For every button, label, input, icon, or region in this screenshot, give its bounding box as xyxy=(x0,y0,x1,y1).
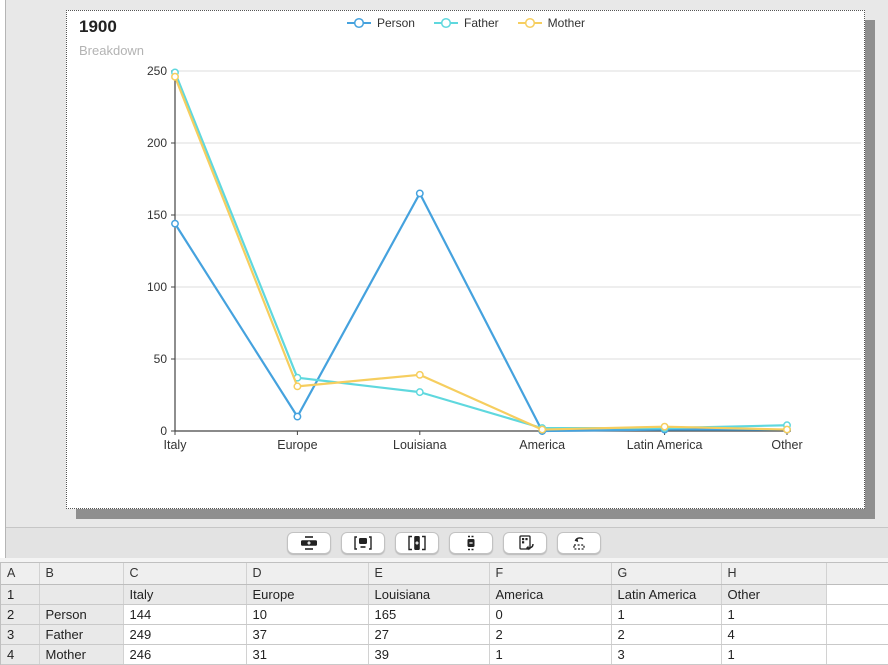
import-data-button[interactable] xyxy=(503,532,547,554)
column-header-E[interactable]: E xyxy=(368,563,489,584)
insert-column-button[interactable] xyxy=(395,532,439,554)
chart-canvas: 1900 Breakdown Person Father Mother 0501… xyxy=(0,0,888,527)
cell-F4[interactable]: 1 xyxy=(489,644,611,664)
x-tick-label: Other xyxy=(771,438,802,452)
cell-D1[interactable]: Europe xyxy=(246,584,368,604)
column-header-A[interactable]: A xyxy=(1,563,39,584)
cell-B2[interactable]: Person xyxy=(39,604,123,624)
cell-H2[interactable]: 1 xyxy=(721,604,826,624)
panel-left-edge xyxy=(0,0,6,558)
undo-button[interactable] xyxy=(557,532,601,554)
x-tick-label: America xyxy=(519,438,565,452)
cell-D2[interactable]: 10 xyxy=(246,604,368,624)
data-point-mother xyxy=(294,383,300,389)
table-row: 2Person14410165011 xyxy=(1,604,888,624)
remove-column-icon xyxy=(461,535,481,551)
cell-A3[interactable]: 3 xyxy=(1,624,39,644)
column-header-B[interactable]: B xyxy=(39,563,123,584)
remove-row-button[interactable] xyxy=(341,532,385,554)
y-tick-label: 100 xyxy=(147,280,167,294)
data-point-person xyxy=(294,413,300,419)
cell-E4[interactable]: 39 xyxy=(368,644,489,664)
cell-B1[interactable] xyxy=(39,584,123,604)
x-tick-label: Europe xyxy=(277,438,317,452)
cell-D4[interactable]: 31 xyxy=(246,644,368,664)
table-toolbar xyxy=(0,527,888,558)
y-tick-label: 250 xyxy=(147,64,167,78)
data-point-mother xyxy=(661,423,667,429)
insert-column-icon xyxy=(407,535,427,551)
cell-x1[interactable] xyxy=(826,584,888,604)
y-tick-label: 200 xyxy=(147,136,167,150)
cell-H3[interactable]: 4 xyxy=(721,624,826,644)
cell-E2[interactable]: 165 xyxy=(368,604,489,624)
cell-A1[interactable]: 1 xyxy=(1,584,39,604)
y-tick-label: 150 xyxy=(147,208,167,222)
cell-H4[interactable]: 1 xyxy=(721,644,826,664)
column-header-F[interactable]: F xyxy=(489,563,611,584)
y-tick-label: 0 xyxy=(160,424,167,438)
chart-box[interactable]: 1900 Breakdown Person Father Mother 0501… xyxy=(66,10,865,509)
data-point-mother xyxy=(417,372,423,378)
cell-x4[interactable] xyxy=(826,644,888,664)
insert-row-button[interactable] xyxy=(287,532,331,554)
table-row: 1 ItalyEuropeLouisianaAmericaLatin Americ… xyxy=(1,584,888,604)
cell-E3[interactable]: 27 xyxy=(368,624,489,644)
column-header-C[interactable]: C xyxy=(123,563,246,584)
cell-C4[interactable]: 246 xyxy=(123,644,246,664)
cell-G3[interactable]: 2 xyxy=(611,624,721,644)
cell-H1[interactable]: Other xyxy=(721,584,826,604)
cell-C3[interactable]: 249 xyxy=(123,624,246,644)
cell-B4[interactable]: Mother xyxy=(39,644,123,664)
insert-row-icon xyxy=(299,535,319,551)
import-data-icon xyxy=(515,535,535,551)
undo-icon xyxy=(569,535,589,551)
remove-row-icon xyxy=(353,535,373,551)
line-chart-plot: 0 50 100 150 200 250 Italy Europe Louisiana Ameri… xyxy=(67,11,866,510)
cell-C1[interactable]: Italy xyxy=(123,584,246,604)
remove-column-button[interactable] xyxy=(449,532,493,554)
y-tick-label: 50 xyxy=(154,352,168,366)
cell-F3[interactable]: 2 xyxy=(489,624,611,644)
cell-B3[interactable]: Father xyxy=(39,624,123,644)
series-line-father xyxy=(175,72,787,428)
data-point-mother xyxy=(172,74,178,80)
column-header-G[interactable]: G xyxy=(611,563,721,584)
table-row: 3Father2493727224 xyxy=(1,624,888,644)
cell-A2[interactable]: 2 xyxy=(1,604,39,624)
data-point-person xyxy=(417,190,423,196)
series-line-person xyxy=(175,193,787,431)
series-line-mother xyxy=(175,77,787,430)
cell-G1[interactable]: Latin America xyxy=(611,584,721,604)
data-point-mother xyxy=(784,426,790,432)
cell-E1[interactable]: Louisiana xyxy=(368,584,489,604)
data-table: ABCDEFGH 1 ItalyEuropeLouisianaAmericaLat… xyxy=(1,563,888,665)
data-point-mother xyxy=(539,426,545,432)
x-tick-label: Louisiana xyxy=(393,438,447,452)
column-header-blank[interactable] xyxy=(826,563,888,584)
cell-C2[interactable]: 144 xyxy=(123,604,246,624)
cell-G2[interactable]: 1 xyxy=(611,604,721,624)
spreadsheet: ABCDEFGH 1 ItalyEuropeLouisianaAmericaLat… xyxy=(0,562,888,665)
x-tick-label: Italy xyxy=(164,438,188,452)
cell-D3[interactable]: 37 xyxy=(246,624,368,644)
cell-G4[interactable]: 3 xyxy=(611,644,721,664)
data-point-person xyxy=(172,220,178,226)
table-row: 4Mother2463139131 xyxy=(1,644,888,664)
data-point-father xyxy=(417,389,423,395)
cell-F1[interactable]: America xyxy=(489,584,611,604)
cell-x3[interactable] xyxy=(826,624,888,644)
cell-F2[interactable]: 0 xyxy=(489,604,611,624)
cell-x2[interactable] xyxy=(826,604,888,624)
x-tick-label: Latin America xyxy=(627,438,703,452)
column-header-D[interactable]: D xyxy=(246,563,368,584)
cell-A4[interactable]: 4 xyxy=(1,644,39,664)
column-header-H[interactable]: H xyxy=(721,563,826,584)
